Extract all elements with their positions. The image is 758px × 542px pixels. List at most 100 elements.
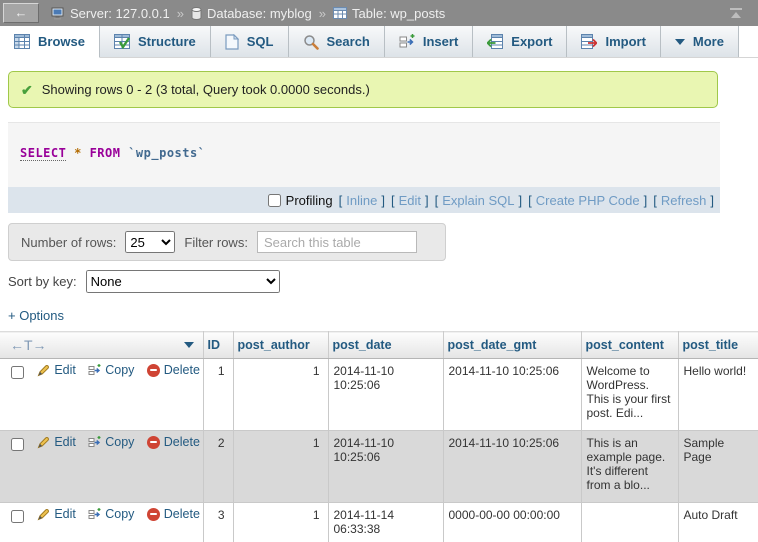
- bracket: [: [435, 193, 439, 208]
- row-actions-cell: Edit Copy Delete: [0, 431, 203, 503]
- tab-import-label: Import: [605, 34, 645, 49]
- column-actions-dropdown-icon[interactable]: [184, 342, 194, 348]
- bracket: ]: [381, 193, 385, 208]
- tab-browse-label: Browse: [38, 34, 85, 49]
- column-header-post-author[interactable]: post_author: [233, 332, 328, 359]
- number-of-rows-select[interactable]: 25: [125, 231, 175, 253]
- query-link-edit[interactable]: Edit: [399, 193, 421, 208]
- cell-post-date-gmt: 2014-11-10 10:25:06: [443, 359, 581, 431]
- tab-export[interactable]: Export: [473, 26, 567, 57]
- number-of-rows-label: Number of rows:: [21, 235, 116, 250]
- filter-rows-input[interactable]: [257, 231, 417, 253]
- chevron-down-icon: [675, 39, 685, 45]
- cell-post-date-gmt: 0000-00-00 00:00:00: [443, 503, 581, 542]
- tab-insert-label: Insert: [423, 34, 458, 49]
- breadcrumb-server[interactable]: Server: 127.0.0.1: [51, 6, 170, 21]
- tab-more[interactable]: More: [661, 26, 739, 57]
- edit-action[interactable]: Edit: [37, 507, 76, 521]
- copy-action[interactable]: Copy: [88, 435, 134, 449]
- table-tabs: Browse Structure SQL Search: [0, 26, 758, 58]
- bracket: ]: [710, 193, 714, 208]
- table-row: Edit Copy Delete 1 1 2014: [0, 359, 758, 431]
- breadcrumb-database[interactable]: Database: myblog: [191, 6, 312, 21]
- edit-link[interactable]: Edit: [54, 435, 76, 449]
- cell-post-content: This is an example page. It's different …: [581, 431, 678, 503]
- edit-link[interactable]: Edit: [54, 363, 76, 377]
- nav-panel-toggle-button[interactable]: ←: [3, 3, 39, 23]
- tab-insert[interactable]: Insert: [385, 26, 473, 57]
- cell-post-date: 2014-11-10 10:25:06: [328, 431, 443, 503]
- database-icon: [191, 7, 202, 20]
- column-header-post-title[interactable]: post_title: [678, 332, 758, 359]
- column-header-post-content[interactable]: post_content: [581, 332, 678, 359]
- tab-search[interactable]: Search: [289, 26, 385, 57]
- server-icon: [51, 7, 65, 20]
- profiling-checkbox[interactable]: [268, 194, 281, 207]
- table-icon: [333, 7, 347, 19]
- copy-link[interactable]: Copy: [105, 435, 134, 449]
- collapse-topbar-button[interactable]: [728, 8, 744, 19]
- query-link-inline[interactable]: Inline: [346, 193, 377, 208]
- delete-action[interactable]: Delete: [147, 507, 200, 521]
- copy-action[interactable]: Copy: [88, 507, 134, 521]
- delete-link[interactable]: Delete: [164, 363, 200, 377]
- column-header-post-date[interactable]: post_date: [328, 332, 443, 359]
- action-column-arrows-icon[interactable]: ←T→: [10, 337, 47, 353]
- profiling-label: Profiling: [286, 193, 333, 208]
- top-breadcrumb-bar: ← Server: 127.0.0.1 » Database: myblog »…: [0, 0, 758, 26]
- cell-post-title: Hello world!: [678, 359, 758, 431]
- pencil-icon: [37, 364, 50, 377]
- row-checkbox[interactable]: [11, 438, 24, 451]
- cell-post-author: 1: [233, 503, 328, 542]
- breadcrumb-table[interactable]: Table: wp_posts: [333, 6, 445, 21]
- insert-icon: [399, 34, 415, 50]
- tab-browse[interactable]: Browse: [0, 26, 100, 58]
- bracket: [: [339, 193, 343, 208]
- cell-post-author: 1: [233, 431, 328, 503]
- copy-icon: [88, 436, 101, 449]
- tab-import[interactable]: Import: [567, 26, 660, 57]
- row-actions-cell: Edit Copy Delete: [0, 503, 203, 542]
- tab-structure[interactable]: Structure: [100, 26, 211, 57]
- cell-id: 3: [203, 503, 233, 542]
- query-link-refresh[interactable]: Refresh: [661, 193, 707, 208]
- export-icon: [487, 34, 503, 49]
- tab-sql-label: SQL: [247, 34, 274, 49]
- delete-icon: [147, 364, 160, 377]
- table-row: Edit Copy Delete 3 1 2014: [0, 503, 758, 542]
- tab-sql[interactable]: SQL: [211, 26, 289, 57]
- column-header-id[interactable]: ID: [203, 332, 233, 359]
- edit-link[interactable]: Edit: [54, 507, 76, 521]
- delete-icon: [147, 436, 160, 449]
- copy-link[interactable]: Copy: [105, 363, 134, 377]
- tab-more-label: More: [693, 34, 724, 49]
- delete-link[interactable]: Delete: [164, 507, 200, 521]
- bracket: [: [653, 193, 657, 208]
- column-header-post-date-gmt[interactable]: post_date_gmt: [443, 332, 581, 359]
- delete-icon: [147, 508, 160, 521]
- query-link-create-php-code[interactable]: Create PHP Code: [536, 193, 640, 208]
- results-table: ←T→ ID post_author post_date post_date_g…: [0, 331, 758, 542]
- rows-filter-bar: Number of rows: 25 Filter rows:: [8, 223, 446, 261]
- copy-action[interactable]: Copy: [88, 363, 134, 377]
- row-checkbox[interactable]: [11, 366, 24, 379]
- sort-by-key-select[interactable]: None: [86, 270, 280, 293]
- copy-link[interactable]: Copy: [105, 507, 134, 521]
- tab-search-label: Search: [327, 34, 370, 49]
- pencil-icon: [37, 508, 50, 521]
- delete-action[interactable]: Delete: [147, 435, 200, 449]
- sql-icon: [225, 34, 239, 50]
- sql-keyword-select: SELECT: [20, 146, 66, 161]
- filter-rows-label: Filter rows:: [184, 235, 248, 250]
- row-checkbox[interactable]: [11, 510, 24, 523]
- edit-action[interactable]: Edit: [37, 363, 76, 377]
- bracket: [: [528, 193, 532, 208]
- edit-action[interactable]: Edit: [37, 435, 76, 449]
- query-link-explain-sql[interactable]: Explain SQL: [442, 193, 514, 208]
- options-toggle-link[interactable]: + Options: [8, 308, 64, 323]
- delete-link[interactable]: Delete: [164, 435, 200, 449]
- sql-star: *: [74, 146, 82, 160]
- delete-action[interactable]: Delete: [147, 363, 200, 377]
- status-message-text: Showing rows 0 - 2 (3 total, Query took …: [42, 82, 370, 97]
- sort-by-key-row: Sort by key: None: [8, 270, 758, 293]
